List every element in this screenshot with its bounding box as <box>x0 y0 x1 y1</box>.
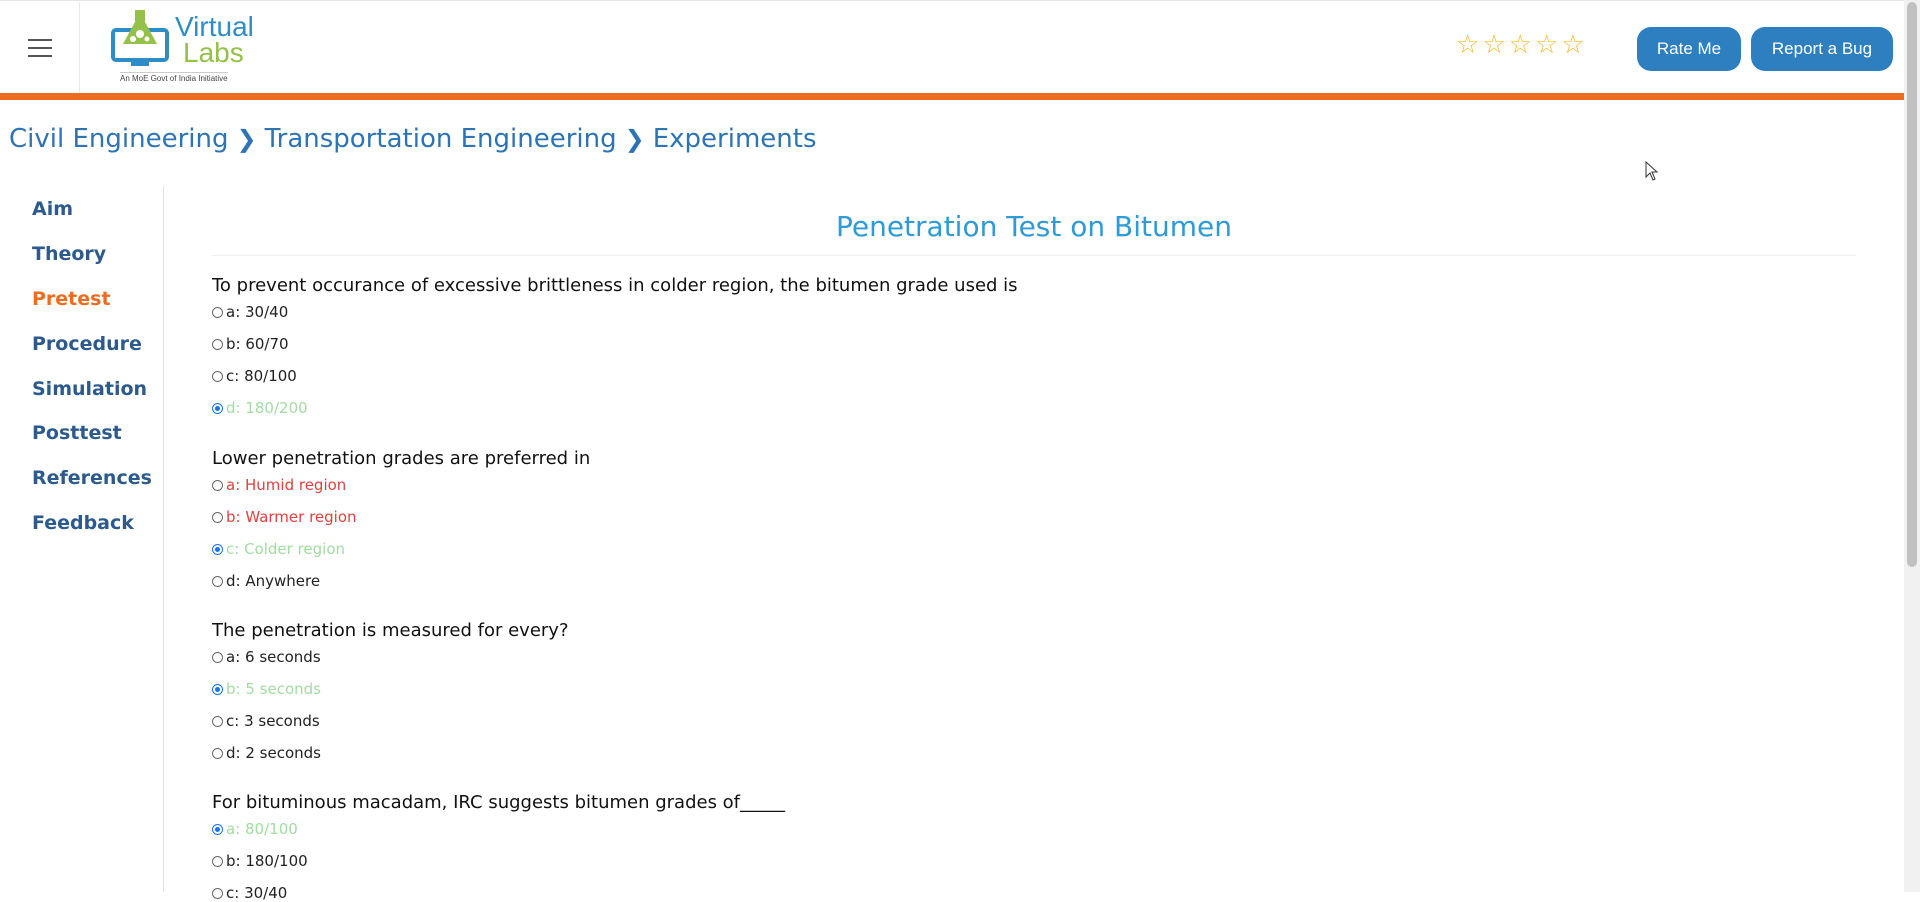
answer-option[interactable]: a: 80/100 <box>212 820 298 838</box>
answer-option-label: c: 30/40 <box>226 884 288 902</box>
virtual-labs-logo[interactable]: Virtual Labs An MoE Govt of India Initia… <box>111 8 254 86</box>
logo-subtitle: An MoE Govt of India Initiative <box>120 72 228 83</box>
breadcrumb-civil-engineering[interactable]: Civil Engineering <box>9 124 228 154</box>
answer-option-label: b: 60/70 <box>226 335 289 353</box>
flask-monitor-icon <box>111 10 169 66</box>
sidebar-item-simulation[interactable]: Simulation <box>32 378 147 400</box>
question-text: The penetration is measured for every? <box>212 620 569 641</box>
sidebar-item-references[interactable]: References <box>32 467 152 489</box>
answer-option-label: a: 80/100 <box>226 820 298 838</box>
answer-option-label: a: 30/40 <box>226 303 289 321</box>
sidebar: Aim Theory Pretest Procedure Simulation … <box>0 186 164 892</box>
radio-button[interactable] <box>212 543 223 555</box>
sidebar-item-procedure[interactable]: Procedure <box>32 333 142 355</box>
answer-option[interactable]: d: 180/200 <box>212 399 308 417</box>
answer-option-label: b: Warmer region <box>226 508 357 526</box>
star-icon[interactable]: ☆ <box>1456 31 1479 59</box>
answer-option[interactable]: c: Colder region <box>212 540 345 558</box>
sidebar-item-aim[interactable]: Aim <box>32 198 73 220</box>
rating-stars[interactable]: ☆ ☆ ☆ ☆ ☆ <box>1456 31 1585 59</box>
answer-option-label: c: 3 seconds <box>226 712 320 730</box>
breadcrumb: Civil Engineering ❯ Transportation Engin… <box>9 124 817 154</box>
radio-button[interactable] <box>212 855 223 867</box>
sidebar-item-theory[interactable]: Theory <box>32 243 106 265</box>
answer-option-label: a: Humid region <box>226 476 347 494</box>
answer-option[interactable]: b: 180/100 <box>212 852 308 870</box>
star-icon[interactable]: ☆ <box>1561 31 1584 59</box>
answer-option-label: b: 180/100 <box>226 852 308 870</box>
report-bug-button[interactable]: Report a Bug <box>1751 27 1893 71</box>
answer-option[interactable]: d: 2 seconds <box>212 744 321 762</box>
page-title: Penetration Test on Bitumen <box>835 210 1233 243</box>
star-icon[interactable]: ☆ <box>1509 31 1532 59</box>
breadcrumb-experiments[interactable]: Experiments <box>653 124 817 154</box>
question-text: For bituminous macadam, IRC suggests bit… <box>212 792 786 813</box>
radio-button[interactable] <box>212 715 223 727</box>
page-scrollbar[interactable] <box>1904 0 1920 892</box>
answer-option-label: b: 5 seconds <box>226 680 321 698</box>
radio-button[interactable] <box>212 338 223 350</box>
answer-option[interactable]: c: 80/100 <box>212 367 297 385</box>
mouse-cursor-icon <box>1645 161 1659 181</box>
radio-button[interactable] <box>212 887 223 899</box>
answer-option[interactable]: b: 60/70 <box>212 335 289 353</box>
answer-option[interactable]: a: 30/40 <box>212 303 288 321</box>
radio-button[interactable] <box>212 683 223 695</box>
answer-option[interactable]: b: 5 seconds <box>212 680 321 698</box>
question-text: Lower penetration grades are preferred i… <box>212 448 591 469</box>
scrollbar-thumb[interactable] <box>1907 2 1917 567</box>
answer-option-label: d: Anywhere <box>226 572 321 590</box>
radio-button[interactable] <box>212 479 223 491</box>
sidebar-item-posttest[interactable]: Posttest <box>32 422 122 444</box>
rate-me-button[interactable]: Rate Me <box>1637 27 1741 71</box>
radio-button[interactable] <box>212 575 223 587</box>
sidebar-item-feedback[interactable]: Feedback <box>32 512 134 534</box>
radio-button[interactable] <box>212 651 223 663</box>
answer-option-label: d: 2 seconds <box>226 744 321 762</box>
answer-option[interactable]: a: Humid region <box>212 476 346 494</box>
chevron-right-icon: ❯ <box>624 125 645 153</box>
radio-button[interactable] <box>212 747 223 759</box>
title-divider <box>212 255 1856 256</box>
radio-button[interactable] <box>212 823 223 835</box>
header-accent-bar <box>0 93 1904 100</box>
answer-option[interactable]: c: 30/40 <box>212 884 287 902</box>
answer-option[interactable]: b: Warmer region <box>212 508 357 526</box>
question-text: To prevent occurance of excessive brittl… <box>212 275 1018 296</box>
answer-option-label: d: 180/200 <box>226 399 308 417</box>
breadcrumb-transportation-engineering[interactable]: Transportation Engineering <box>265 124 617 154</box>
answer-option[interactable]: d: Anywhere <box>212 572 320 590</box>
answer-option-label: a: 6 seconds <box>226 648 321 666</box>
hamburger-icon <box>27 38 52 57</box>
radio-button[interactable] <box>212 402 223 414</box>
answer-option-label: c: 80/100 <box>226 367 297 385</box>
menu-toggle-button[interactable] <box>0 2 80 93</box>
radio-button[interactable] <box>212 306 223 318</box>
sidebar-item-pretest[interactable]: Pretest <box>32 288 111 310</box>
answer-option[interactable]: a: 6 seconds <box>212 648 321 666</box>
radio-button[interactable] <box>212 370 223 382</box>
radio-button[interactable] <box>212 511 223 523</box>
answer-option-label: c: Colder region <box>226 540 346 558</box>
chevron-right-icon: ❯ <box>236 125 257 153</box>
star-icon[interactable]: ☆ <box>1482 31 1505 59</box>
logo-text-labs: Labs <box>183 37 244 68</box>
answer-option[interactable]: c: 3 seconds <box>212 712 320 730</box>
header: Virtual Labs An MoE Govt of India Initia… <box>0 0 1904 94</box>
star-icon[interactable]: ☆ <box>1535 31 1558 59</box>
